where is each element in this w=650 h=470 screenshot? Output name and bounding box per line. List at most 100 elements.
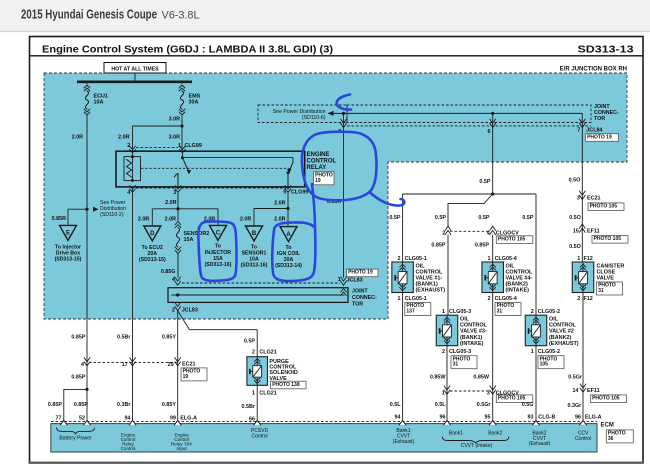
svg-text:2: 2	[531, 309, 534, 315]
svg-text:2: 2	[577, 296, 580, 302]
svg-text:OIL: OIL	[549, 317, 559, 323]
svg-text:31: 31	[497, 309, 503, 315]
svg-text:CLG21: CLG21	[259, 391, 276, 397]
svg-text:2.0R: 2.0R	[274, 216, 285, 222]
svg-text:0.85Y: 0.85Y	[162, 334, 176, 340]
svg-text:7: 7	[577, 128, 580, 134]
svg-text:OIL: OIL	[506, 263, 516, 269]
svg-text:VALVE: VALVE	[597, 276, 615, 282]
svg-text:0.85P: 0.85P	[431, 242, 445, 248]
svg-text:1: 1	[338, 277, 341, 283]
svg-text:31: 31	[598, 288, 604, 294]
svg-text:VALVE #3▫: VALVE #3▫	[460, 329, 487, 335]
svg-text:CLG21: CLG21	[259, 350, 276, 356]
svg-text:1: 1	[398, 296, 401, 302]
svg-text:JCL83: JCL83	[182, 307, 198, 313]
svg-text:(SD313-15): (SD313-15)	[139, 257, 166, 263]
svg-text:ELG-A: ELG-A	[180, 415, 197, 421]
svg-text:0.5O: 0.5O	[569, 244, 581, 250]
svg-text:PHOTO 105: PHOTO 105	[594, 236, 622, 242]
svg-text:2: 2	[488, 296, 491, 302]
svg-text:F12: F12	[584, 256, 593, 262]
svg-text:CONTROL: CONTROL	[307, 159, 337, 165]
svg-text:29: 29	[168, 362, 174, 368]
svg-text:0.5Gr: 0.5Gr	[568, 375, 583, 381]
svg-text:Bank1: Bank1	[449, 430, 463, 436]
svg-text:CVVT (Intake): CVVT (Intake)	[461, 443, 493, 449]
svg-text:0.5Gr: 0.5Gr	[477, 402, 492, 408]
svg-text:JCL84: JCL84	[586, 128, 602, 134]
svg-text:4: 4	[487, 230, 490, 236]
svg-text:0.5P: 0.5P	[244, 338, 255, 344]
svg-text:ECM: ECM	[601, 422, 614, 428]
svg-text:JOINT: JOINT	[352, 289, 368, 295]
svg-text:CLG05-2: CLG05-2	[538, 309, 560, 315]
svg-text:CONNEC-: CONNEC-	[352, 295, 377, 301]
svg-text:(Exhaust): (Exhaust)	[393, 439, 415, 445]
svg-text:0.3Br: 0.3Br	[117, 402, 131, 408]
svg-text:(SD313-15): (SD313-15)	[55, 257, 82, 263]
svg-text:3: 3	[173, 190, 176, 196]
svg-text:94: 94	[125, 415, 131, 421]
svg-text:15A: 15A	[184, 237, 194, 243]
svg-text:(Exhaust): (Exhaust)	[529, 441, 551, 447]
svg-text:2: 2	[398, 256, 401, 262]
svg-text:EC21: EC21	[587, 195, 601, 201]
svg-text:77: 77	[56, 415, 62, 421]
svg-text:0.85P: 0.85P	[475, 242, 489, 248]
svg-text:CANISTER: CANISTER	[597, 263, 625, 269]
svg-text:4: 4	[127, 190, 130, 196]
svg-text:E/R JUNCTION BOX RH: E/R JUNCTION BOX RH	[560, 67, 627, 73]
svg-text:1: 1	[531, 349, 534, 355]
svg-text:CLG05-3: CLG05-3	[449, 309, 471, 315]
svg-text:0.85W: 0.85W	[473, 375, 489, 381]
svg-text:Input: Input	[176, 446, 187, 451]
svg-text:SENSOR2: SENSOR2	[184, 231, 210, 237]
svg-text:2.0R: 2.0R	[165, 216, 176, 222]
svg-text:(INTAKE): (INTAKE)	[506, 288, 530, 294]
svg-text:2.0R: 2.0R	[240, 216, 251, 222]
svg-text:0.85G: 0.85G	[161, 269, 176, 275]
svg-text:(EXHAUST): (EXHAUST)	[549, 341, 579, 347]
svg-text:0.85W: 0.85W	[430, 375, 446, 381]
svg-text:ELG-A: ELG-A	[585, 415, 602, 421]
svg-text:2: 2	[172, 307, 175, 313]
svg-text:1: 1	[178, 143, 181, 149]
svg-text:0.5P: 0.5P	[479, 179, 490, 185]
svg-text:0.85P: 0.85P	[48, 402, 62, 408]
svg-text:2.0R: 2.0R	[72, 135, 83, 141]
svg-text:See Power Distribution: See Power Distribution	[273, 109, 326, 115]
svg-text:PHOTO 138: PHOTO 138	[272, 382, 300, 388]
svg-text:CLG05-1: CLG05-1	[405, 256, 427, 262]
svg-text:2015 Hyundai Genesis Coupe: 2015 Hyundai Genesis Coupe	[21, 7, 157, 21]
svg-text:RELAY: RELAY	[307, 165, 327, 171]
svg-text:CLG99: CLG99	[185, 143, 202, 149]
svg-text:CLG05-4: CLG05-4	[495, 296, 517, 302]
svg-text:C: C	[216, 231, 221, 237]
svg-text:Control: Control	[252, 433, 268, 439]
svg-text:VALVE #1▫: VALVE #1▫	[416, 276, 443, 282]
svg-text:0.5L: 0.5L	[390, 402, 401, 408]
svg-text:CLG-B: CLG-B	[538, 415, 555, 421]
svg-text:0.5L: 0.5L	[435, 402, 446, 408]
svg-text:3.0R: 3.0R	[169, 117, 180, 123]
svg-text:VALVE #2: VALVE #2	[549, 329, 574, 335]
svg-text:D: D	[150, 231, 155, 237]
svg-text:19: 19	[183, 374, 189, 380]
svg-text:1: 1	[442, 309, 445, 315]
svg-text:(SD313-16): (SD313-16)	[241, 263, 268, 269]
svg-text:94: 94	[395, 415, 401, 421]
svg-text:CLG05-1: CLG05-1	[405, 296, 427, 302]
svg-text:JCL83: JCL83	[347, 278, 363, 284]
svg-text:(SD110-2): (SD110-2)	[100, 212, 124, 218]
svg-text:2: 2	[442, 230, 445, 236]
svg-text:PHOTO 105: PHOTO 105	[592, 396, 620, 402]
svg-text:(SD313-14): (SD313-14)	[275, 263, 302, 269]
svg-text:CLG99: CLG99	[291, 190, 308, 196]
svg-text:(INTAKE): (INTAKE)	[460, 341, 484, 347]
svg-text:4: 4	[81, 362, 84, 368]
svg-text:CLG05-3: CLG05-3	[449, 349, 471, 355]
svg-text:5: 5	[283, 190, 286, 196]
svg-text:0.85Y: 0.85Y	[162, 402, 176, 408]
svg-text:ENGINE: ENGINE	[307, 152, 330, 158]
